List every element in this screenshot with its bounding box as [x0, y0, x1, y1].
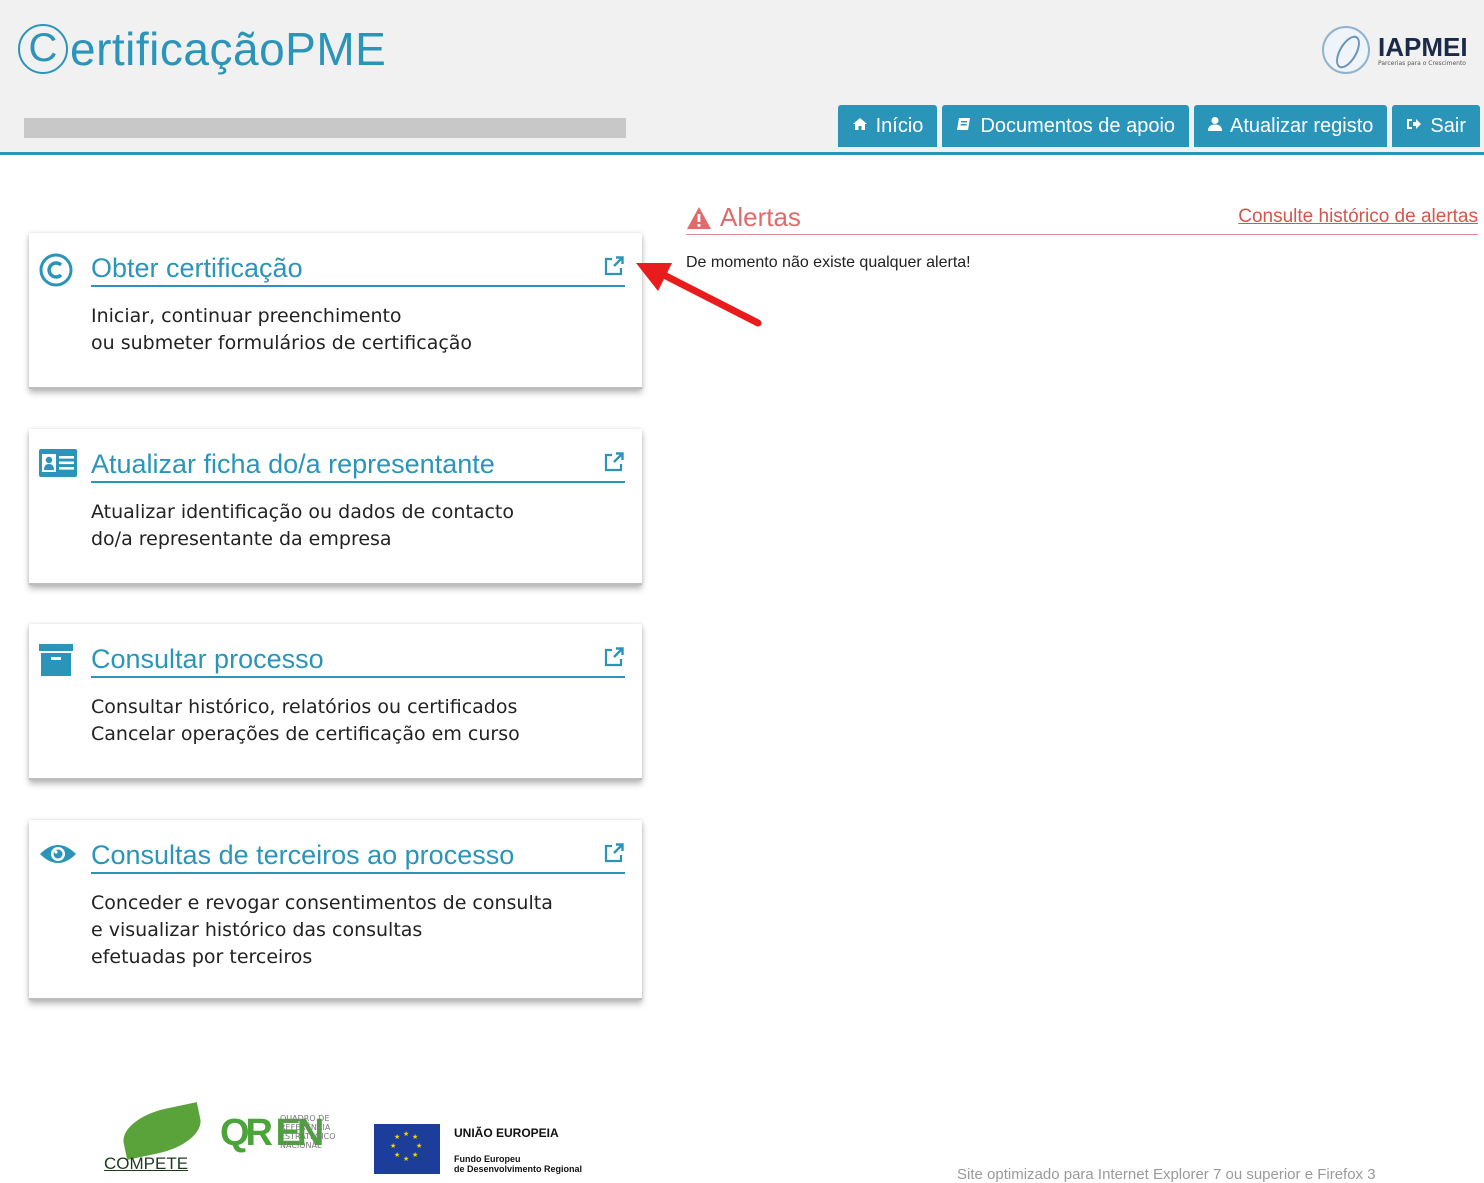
- iapmei-tagline: Parcerias para o Crescimento: [1378, 59, 1466, 67]
- alerts-header: Alertas Consulte histórico de alertas: [686, 200, 1478, 235]
- iapmei-mark-icon: [1322, 26, 1370, 74]
- logo-text: ertificaçãoPME: [70, 23, 387, 75]
- card-title[interactable]: Consultar processo: [91, 642, 625, 678]
- external-link-icon[interactable]: [603, 451, 625, 473]
- home-icon: [852, 117, 868, 136]
- card-consultar-processo[interactable]: Consultar processo Consultar histórico, …: [29, 624, 642, 780]
- leaf-icon: [118, 1102, 206, 1160]
- card-obter-certificacao[interactable]: Obter certificação Iniciar, continuar pr…: [29, 233, 642, 389]
- qren-logo: QR EN QUADRO DE REFERÊNCIA ESTRATÉGICO N…: [220, 1112, 336, 1154]
- card-title[interactable]: Atualizar ficha do/a representante: [91, 447, 625, 483]
- header: C ertificaçãoPME IAPMEI Parcerias para o…: [0, 0, 1484, 155]
- card-title[interactable]: Obter certificação: [91, 251, 625, 287]
- card-consultas-terceiros[interactable]: Consultas de terceiros ao processo Conce…: [29, 820, 642, 1000]
- card-atualizar-ficha[interactable]: Atualizar ficha do/a representante Atual…: [29, 429, 642, 585]
- certificacao-pme-logo[interactable]: C ertificaçãoPME: [18, 22, 386, 76]
- id-card-icon: [39, 449, 77, 481]
- card-description: Iniciar, continuar preenchimento ou subm…: [91, 305, 473, 354]
- eu-logo: ★ ★ ★ ★ ★ ★ ★ ★ UNIÃO EUROPEIA Fundo Europeu de…: [374, 1108, 582, 1178]
- warning-icon: [687, 206, 711, 229]
- external-link-icon[interactable]: [603, 255, 625, 277]
- card-description: Conceder e revogar consentimentos de con…: [91, 892, 553, 968]
- external-link-icon[interactable]: [603, 646, 625, 668]
- iapmei-logo[interactable]: IAPMEI Parcerias para o Crescimento: [1322, 26, 1468, 74]
- archive-icon: [39, 644, 75, 676]
- alerts-history-link[interactable]: Consulte histórico de alertas: [1238, 206, 1478, 228]
- copyright-icon: [39, 253, 75, 287]
- card-description: Consultar histórico, relatórios ou certi…: [91, 696, 520, 745]
- card-description: Atualizar identificação ou dados de cont…: [91, 501, 514, 550]
- nav-inicio[interactable]: Início: [837, 105, 938, 147]
- user-icon: [1208, 116, 1223, 137]
- logo-c-mark: C: [18, 24, 68, 74]
- compete-logo: COMPETE: [76, 1102, 206, 1178]
- top-nav: Início Documentos de apoio Atualizar reg…: [837, 105, 1480, 147]
- eye-icon: [39, 840, 76, 872]
- sign-out-icon: [1406, 117, 1422, 136]
- external-link-icon[interactable]: [603, 842, 625, 864]
- alerts-title: Alertas: [686, 202, 801, 233]
- nav-documentos[interactable]: Documentos de apoio: [942, 105, 1190, 147]
- alerts-message: De momento não existe qualquer alerta!: [686, 254, 971, 271]
- redacted-bar: [24, 118, 626, 138]
- eu-flag-icon: ★ ★ ★ ★ ★ ★ ★ ★: [374, 1124, 440, 1174]
- book-icon: [956, 116, 972, 137]
- nav-sair[interactable]: Sair: [1392, 105, 1480, 147]
- iapmei-name: IAPMEI: [1378, 31, 1468, 62]
- card-title[interactable]: Consultas de terceiros ao processo: [91, 838, 625, 874]
- nav-atualizar-registo[interactable]: Atualizar registo: [1194, 105, 1388, 147]
- footer-logos: COMPETE QR EN QUADRO DE REFERÊNCIA ESTRA…: [76, 1102, 582, 1178]
- browser-note: Site optimizado para Internet Explorer 7…: [957, 1166, 1376, 1183]
